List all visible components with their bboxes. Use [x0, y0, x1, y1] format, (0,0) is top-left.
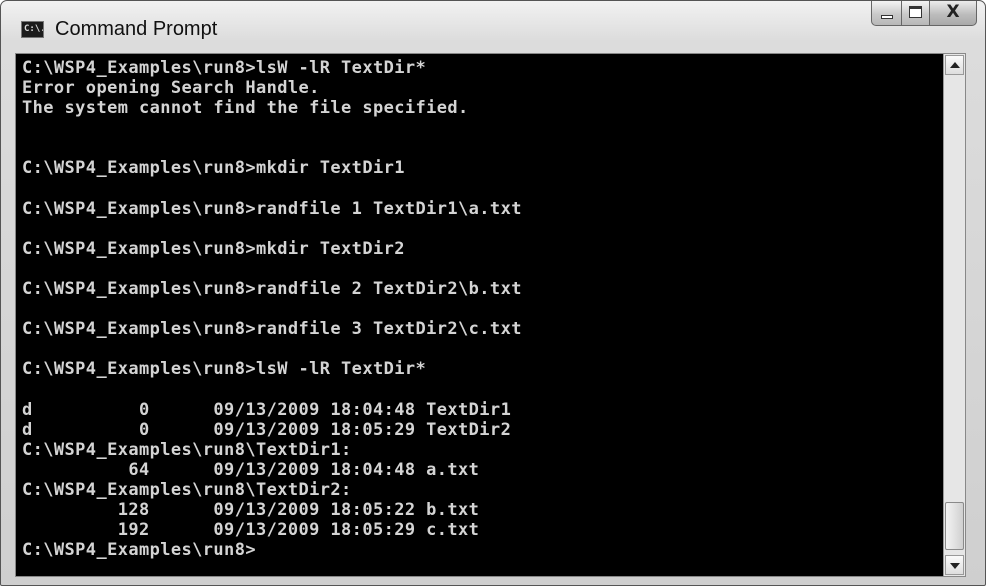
close-button[interactable]: X	[929, 1, 977, 26]
maximize-icon	[909, 6, 922, 18]
console-line: d 0 09/13/2009 18:04:48 TextDir1	[22, 399, 512, 420]
maximize-button[interactable]	[901, 1, 929, 26]
console-line: C:\WSP4_Examples\run8>	[22, 540, 256, 561]
console-line: C:\WSP4_Examples\run8>randfile 1 TextDir…	[22, 198, 522, 219]
scroll-down-arrow-icon	[950, 563, 960, 569]
console-line: C:\WSP4_Examples\run8>lsW -lR TextDir*	[22, 359, 427, 380]
console-line: C:\WSP4_Examples\run8>mkdir TextDir1	[22, 158, 405, 179]
console-line: C:\WSP4_Examples\run8>lsW -lR TextDir*	[22, 58, 427, 78]
console-line: C:\WSP4_Examples\run8\TextDir1:	[22, 439, 352, 460]
minimize-icon	[881, 15, 893, 19]
cmd-icon[interactable]: C:\.	[21, 21, 44, 38]
console-line: 192 09/13/2009 18:05:29 c.txt	[22, 520, 480, 541]
scroll-thumb[interactable]	[945, 502, 964, 550]
command-prompt-window: C:\. Command Prompt X C:\WSP4_Examples\r…	[0, 0, 986, 586]
console-line: d 0 09/13/2009 18:05:29 TextDir2	[22, 419, 512, 440]
window-controls: X	[871, 1, 977, 26]
console-area[interactable]: C:\WSP4_Examples\run8>lsW -lR TextDir* Er…	[15, 53, 966, 577]
scroll-up-button[interactable]	[945, 55, 964, 75]
vertical-scrollbar[interactable]	[943, 54, 965, 576]
window-title: Command Prompt	[55, 18, 218, 40]
console-line: C:\WSP4_Examples\run8>mkdir TextDir2	[22, 238, 405, 259]
console-line: C:\WSP4_Examples\run8>randfile 3 TextDir…	[22, 319, 522, 340]
console-line: C:\WSP4_Examples\run8\TextDir2:	[22, 479, 352, 500]
console-output: C:\WSP4_Examples\run8>lsW -lR TextDir* Er…	[22, 58, 522, 560]
close-icon: X	[946, 2, 960, 22]
console-line: The system cannot find the file specifie…	[22, 98, 469, 119]
console-line: 128 09/13/2009 18:05:22 b.txt	[22, 500, 480, 521]
scroll-up-arrow-icon	[950, 62, 960, 68]
scroll-down-button[interactable]	[945, 555, 964, 575]
console-line: 64 09/13/2009 18:04:48 a.txt	[22, 459, 480, 480]
title-bar[interactable]: C:\. Command Prompt X	[1, 1, 985, 53]
console-line: C:\WSP4_Examples\run8>randfile 2 TextDir…	[22, 279, 522, 300]
minimize-button[interactable]	[871, 1, 901, 26]
console-line: Error opening Search Handle.	[22, 78, 320, 99]
